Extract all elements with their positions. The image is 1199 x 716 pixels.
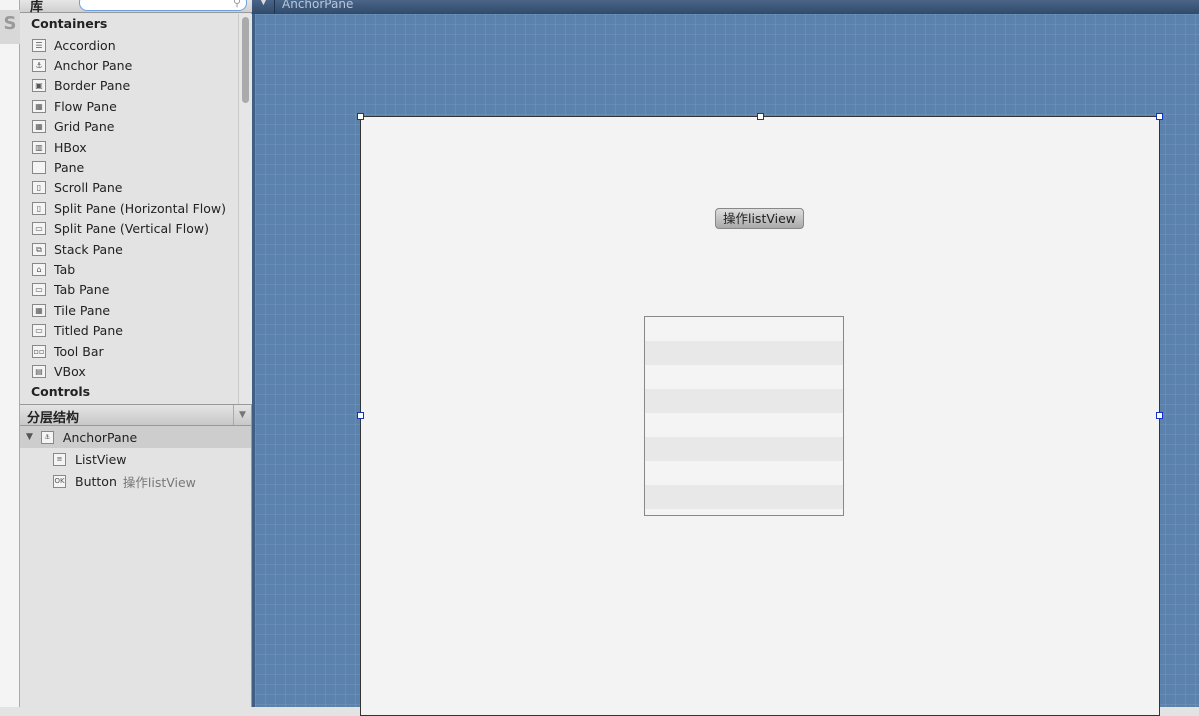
library-item[interactable]: ☰ Accordion [32, 35, 116, 55]
list-cell[interactable] [645, 461, 843, 485]
vbox-icon: ▤ [32, 364, 46, 378]
library-item-label: VBox [54, 363, 86, 379]
library-title: 库 [30, 0, 44, 15]
tree-item-label: AnchorPane [62, 429, 138, 445]
stack-pane-icon: ⧉ [32, 242, 46, 256]
library-item[interactable]: ▭ Tab Pane [32, 280, 109, 300]
tab-pane-icon: ▭ [32, 283, 46, 297]
library-item[interactable]: ▯ Split Pane (Horizontal Flow) [32, 198, 226, 218]
tab-icon: ⌂ [32, 262, 46, 276]
list-cell[interactable] [645, 413, 843, 437]
canvas-breadcrumb-bar: ▼ AnchorPane [252, 0, 1199, 14]
anchor-icon: ⚓ [40, 430, 54, 444]
library-item[interactable]: ▤ VBox [32, 361, 86, 381]
library-item-label: Accordion [54, 37, 116, 53]
scroll-pane-icon: ▯ [32, 181, 46, 195]
hierarchy-panel: 分层结构 ▼ ▼ ⚓ AnchorPane ≡ ListView OK Butt… [20, 404, 252, 707]
split-h-icon: ▯ [32, 201, 46, 215]
button-ok-icon: OK [53, 474, 66, 488]
tree-item-listview[interactable]: ≡ ListView [20, 448, 251, 470]
library-item-label: HBox [54, 139, 87, 155]
library-item-label: Anchor Pane [54, 57, 133, 73]
accordion-icon: ☰ [32, 38, 46, 52]
breadcrumb[interactable]: AnchorPane [282, 0, 353, 11]
list-cell[interactable] [645, 365, 843, 389]
tree-item-text: 操作listView [122, 474, 196, 490]
list-cell[interactable] [645, 485, 843, 509]
library-search-input[interactable]: ⚲ [79, 0, 247, 11]
anchor-icon: ⚓ [32, 58, 46, 72]
tile-pane-icon: ▦ [32, 303, 46, 317]
resize-handle[interactable] [357, 412, 364, 419]
library-item[interactable]: ▦ Tile Pane [32, 300, 110, 320]
library-item-label: Tool Bar [54, 343, 104, 359]
library-item-label: Flow Pane [54, 98, 117, 114]
expand-triangle-icon[interactable]: ▼ [26, 432, 33, 442]
library-item[interactable]: ▫▫ Tool Bar [32, 341, 104, 361]
library-item[interactable]: ▦ Grid Pane [32, 117, 114, 137]
hierarchy-title: 分层结构 [27, 411, 80, 426]
search-icon: ⚲ [232, 0, 241, 9]
library-item[interactable]: ⚓ Anchor Pane [32, 55, 132, 75]
scrollbar-thumb[interactable] [242, 17, 249, 103]
library-item[interactable]: Pane [32, 157, 84, 177]
library-item-label: Tab Pane [54, 282, 110, 298]
library-item-label: Border Pane [54, 78, 131, 94]
hbox-icon: ▥ [32, 140, 46, 154]
library-item[interactable]: ▭ Titled Pane [32, 321, 123, 341]
library-item-label: Split Pane (Horizontal Flow) [54, 200, 226, 216]
library-item[interactable]: ▣ Border Pane [32, 76, 130, 96]
library-item[interactable]: ⧉ Stack Pane [32, 239, 123, 259]
pane-icon [32, 160, 46, 174]
divider [274, 0, 275, 14]
chevron-down-icon[interactable]: ▼ [233, 405, 251, 425]
resize-handle[interactable] [1156, 113, 1163, 120]
library-item[interactable]: ▦ Flow Pane [32, 96, 117, 116]
library-item-label: Tab [54, 261, 76, 277]
chevron-down-icon[interactable]: ▼ [260, 0, 267, 7]
split-v-icon: ▭ [32, 222, 46, 236]
library-scrollbar[interactable] [238, 14, 252, 404]
library-item-label: Scroll Pane [54, 180, 123, 196]
library-item-label: Stack Pane [54, 241, 123, 257]
library-item-label: Pane [54, 159, 85, 175]
tree-item-label: Button [75, 473, 117, 489]
library-header: 库 ⚲ [20, 0, 252, 15]
library-item-label: Tile Pane [54, 302, 111, 318]
resize-handle[interactable] [357, 113, 364, 120]
toolbar-icon: ▫▫ [32, 344, 46, 358]
list-cell[interactable] [645, 389, 843, 413]
section-containers[interactable]: Containers [31, 16, 107, 31]
library-item[interactable]: ⌂ Tab [32, 259, 75, 279]
hierarchy-header: 分层结构 ▼ [20, 404, 251, 426]
list-cell[interactable] [645, 341, 843, 365]
library-item[interactable]: ▯ Scroll Pane [32, 178, 123, 198]
flow-pane-icon: ▦ [32, 99, 46, 113]
left-toolbar-strip: S [0, 0, 20, 707]
border-pane-icon: ▣ [32, 79, 46, 93]
grid-pane-icon: ▦ [32, 120, 46, 134]
list-cell[interactable] [645, 317, 843, 341]
library-panel: 库 ⚲ Containers ☰ Accordion ⚓ Anchor Pane ▣ Bo… [20, 0, 252, 404]
tool-icon[interactable]: S [0, 10, 20, 44]
listview-action-button[interactable]: 操作listView [715, 208, 804, 229]
tree-item-anchorpane[interactable]: ▼ ⚓ AnchorPane [20, 426, 251, 448]
library-item-label: Titled Pane [54, 323, 123, 339]
resize-handle[interactable] [1156, 412, 1163, 419]
titled-pane-icon: ▭ [32, 324, 46, 338]
library-item[interactable]: ▥ HBox [32, 137, 87, 157]
list-view[interactable] [644, 316, 844, 516]
library-item[interactable]: ▭ Split Pane (Vertical Flow) [32, 219, 209, 239]
list-cell[interactable] [645, 437, 843, 461]
listview-icon: ≡ [53, 452, 66, 466]
section-controls[interactable]: Controls [31, 384, 90, 399]
tree-item-label: ListView [75, 451, 127, 467]
resize-handle[interactable] [757, 113, 764, 120]
library-item-label: Grid Pane [54, 119, 115, 135]
tree-item-button[interactable]: OK Button 操作listView [20, 470, 251, 492]
library-item-label: Split Pane (Vertical Flow) [54, 221, 209, 237]
